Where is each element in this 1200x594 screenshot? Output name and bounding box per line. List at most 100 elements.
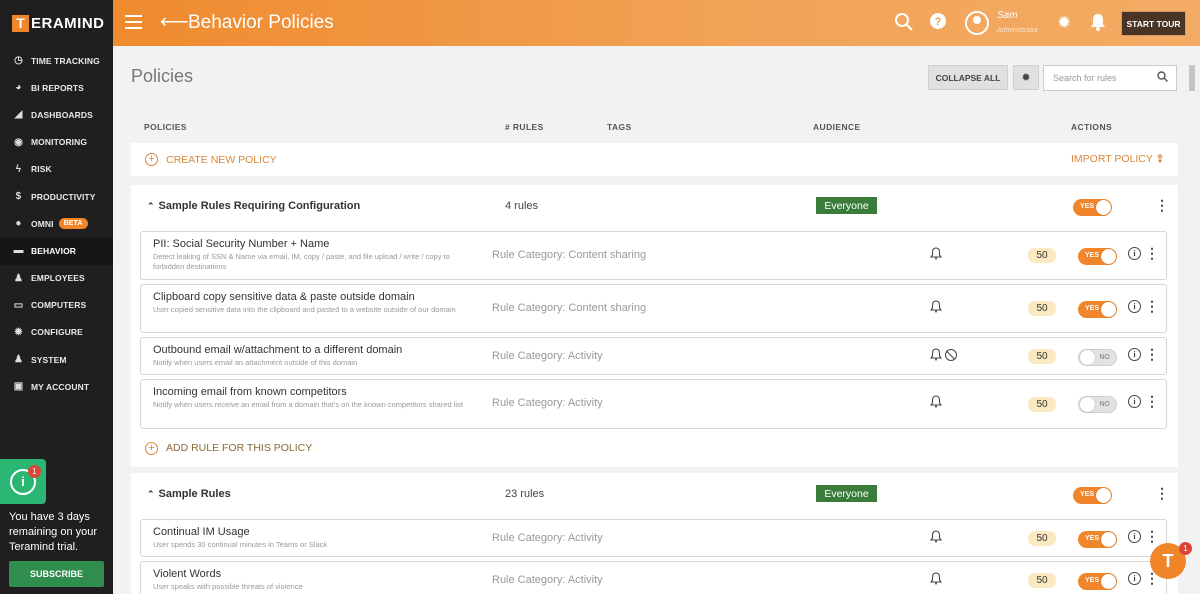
sidebar-item-dashboards[interactable]: ◢ DASHBOARDS (0, 101, 113, 128)
rule-description: User speaks with possible threats of vio… (153, 582, 303, 591)
more-options-icon[interactable]: ⋮ (1145, 394, 1159, 408)
svg-text:?: ? (935, 16, 942, 28)
sidebar-item-label: RISK (31, 164, 52, 175)
teramind-logo[interactable]: T ERAMIND (0, 0, 113, 46)
rule-enabled-toggle[interactable]: NO (1078, 396, 1117, 413)
rule-count: 4 rules (505, 200, 539, 212)
gear-icon: ✹ (1021, 72, 1031, 84)
rule-name: Incoming email from known competitors (153, 386, 347, 398)
sidebar-item-system[interactable]: ♟ SYSTEM (0, 346, 113, 373)
search-icon[interactable] (1157, 71, 1169, 85)
trial-message: You have 3 days remaining on your Terami… (9, 511, 98, 553)
trial-info-button[interactable]: i (0, 459, 46, 504)
toggle-label: NO (1099, 401, 1111, 408)
rule-description: User copied sensitive data into the clip… (153, 305, 456, 314)
start-tour-button[interactable]: START TOUR (1121, 11, 1186, 36)
sidebar-item-label: PRODUCTIVITY (31, 191, 96, 202)
column-header-policies[interactable]: POLICIES (144, 122, 187, 132)
rule-row[interactable]: Continual IM Usage User spends 30 contin… (140, 519, 1167, 557)
subscribe-button[interactable]: SUBSCRIBE (9, 561, 104, 587)
rule-category: Rule Category: Activity (492, 532, 603, 544)
rule-enabled-toggle[interactable]: YES (1078, 531, 1117, 548)
back-arrow-icon[interactable]: ⟵ (160, 11, 189, 33)
rule-enabled-toggle[interactable]: YES (1078, 573, 1117, 590)
rule-name: Continual IM Usage (153, 526, 250, 538)
user-avatar[interactable] (965, 11, 989, 35)
info-icon[interactable]: i (1128, 348, 1141, 361)
sidebar-item-omni[interactable]: ● OMNI BETA (0, 210, 113, 237)
sidebar-item-productivity[interactable]: $ PRODUCTIVITY (0, 183, 113, 210)
info-icon[interactable]: i (1128, 572, 1141, 585)
more-options-icon[interactable]: ⋮ (1145, 246, 1159, 260)
help-icon[interactable]: ? (929, 12, 947, 34)
rule-row[interactable]: Clipboard copy sensitive data & paste ou… (140, 284, 1167, 333)
sidebar-item-my-account[interactable]: ▣ MY ACCOUNT (0, 373, 113, 400)
rule-category: Rule Category: Content sharing (492, 249, 647, 261)
create-policy-bar: + CREATE NEW POLICY IMPORT POLICY ⇪ (131, 143, 1178, 176)
sidebar-item-label: BEHAVIOR (31, 245, 77, 256)
chevron-up-icon[interactable]: ⌃ (147, 489, 155, 499)
risk-score-badge: 50 (1028, 301, 1056, 316)
rule-enabled-toggle[interactable]: YES (1078, 248, 1117, 265)
policy-enabled-toggle[interactable]: YES (1073, 199, 1112, 216)
plus-circle-icon[interactable]: + (145, 442, 158, 455)
rule-enabled-toggle[interactable]: NO (1078, 349, 1117, 366)
chevron-up-icon[interactable]: ⌃ (147, 201, 155, 211)
settings-gear-icon[interactable]: ✹ (1057, 13, 1071, 33)
sidebar-item-bi-reports[interactable]: ◕ BI REPORTS (0, 74, 113, 101)
search-input[interactable] (1053, 73, 1153, 83)
block-icon (945, 349, 957, 361)
rule-row[interactable]: Incoming email from known competitors No… (140, 379, 1167, 429)
risk-score-badge: 50 (1028, 531, 1056, 546)
notification-bell-icon (929, 530, 943, 546)
rule-enabled-toggle[interactable]: YES (1078, 301, 1117, 318)
top-header: ⟵ Behavior Policies ? Sam Administrator … (113, 0, 1200, 46)
settings-button[interactable]: ✹ (1013, 65, 1039, 90)
info-icon[interactable]: i (1128, 247, 1141, 260)
sidebar-item-risk[interactable]: ϟ RISK (0, 156, 113, 183)
sidebar-item-employees[interactable]: ♟ EMPLOYEES (0, 265, 113, 292)
sidebar-item-time-tracking[interactable]: ◷ TIME TRACKING (0, 47, 113, 74)
info-icon[interactable]: i (1128, 395, 1141, 408)
sidebar-item-computers[interactable]: ▭ COMPUTERS (0, 292, 113, 319)
rule-row[interactable]: Outbound email w/attachment to a differe… (140, 337, 1167, 375)
rule-row[interactable]: PII: Social Security Number + Name Detec… (140, 231, 1167, 280)
more-options-icon[interactable]: ⋮ (1145, 529, 1159, 543)
user-name[interactable]: Sam (997, 10, 1018, 21)
plus-circle-icon[interactable]: + (145, 153, 158, 166)
chat-notification-badge: 1 (1179, 542, 1192, 555)
column-header-rules[interactable]: # RULES (505, 122, 544, 132)
add-rule-link[interactable]: ADD RULE FOR THIS POLICY (166, 442, 312, 454)
user-gear-icon: ♟ (13, 354, 24, 366)
sidebar-item-behavior[interactable]: ▬ BEHAVIOR (0, 237, 113, 265)
notification-bell-icon[interactable] (1090, 13, 1106, 35)
rule-description: Notify when users receive an email from … (153, 400, 463, 409)
more-options-icon[interactable]: ⋮ (1155, 486, 1169, 500)
more-options-icon[interactable]: ⋮ (1145, 347, 1159, 361)
import-policy-link[interactable]: IMPORT POLICY ⇪ (1071, 153, 1164, 165)
hamburger-menu-icon[interactable] (125, 15, 142, 29)
policy-enabled-toggle[interactable]: YES (1073, 487, 1112, 504)
more-options-icon[interactable]: ⋮ (1145, 299, 1159, 313)
trial-notification-badge: 1 (28, 465, 41, 478)
notification-bell-icon (929, 348, 943, 364)
rule-name: PII: Social Security Number + Name (153, 238, 330, 250)
search-icon[interactable] (894, 12, 914, 36)
rule-name: Violent Words (153, 568, 222, 580)
sidebar-item-monitoring[interactable]: ◉ MONITORING (0, 129, 113, 156)
sidebar: T ERAMIND ◷ TIME TRACKING ◕ BI REPORTS ◢ DA… (0, 0, 113, 594)
column-header-tags: TAGS (607, 122, 632, 132)
policy-title[interactable]: ⌃ Sample Rules Requiring Configuration (147, 200, 360, 212)
create-new-policy-link[interactable]: CREATE NEW POLICY (166, 154, 277, 166)
lightning-icon: ϟ (15, 163, 22, 175)
more-options-icon[interactable]: ⋮ (1155, 198, 1169, 212)
info-icon[interactable]: i (1128, 530, 1141, 543)
policy-title[interactable]: ⌃ Sample Rules (147, 488, 231, 500)
sidebar-item-configure[interactable]: ✹ CONFIGURE (0, 319, 113, 346)
info-icon[interactable]: i (1128, 300, 1141, 313)
collapse-all-button[interactable]: COLLAPSE ALL (928, 65, 1008, 90)
rule-row[interactable]: Violent Words User speaks with possible … (140, 561, 1167, 594)
scrollbar[interactable] (1189, 65, 1195, 91)
rule-description: Detect leaking of SSN & Name via email, … (153, 252, 450, 271)
rule-category: Rule Category: Activity (492, 350, 603, 362)
